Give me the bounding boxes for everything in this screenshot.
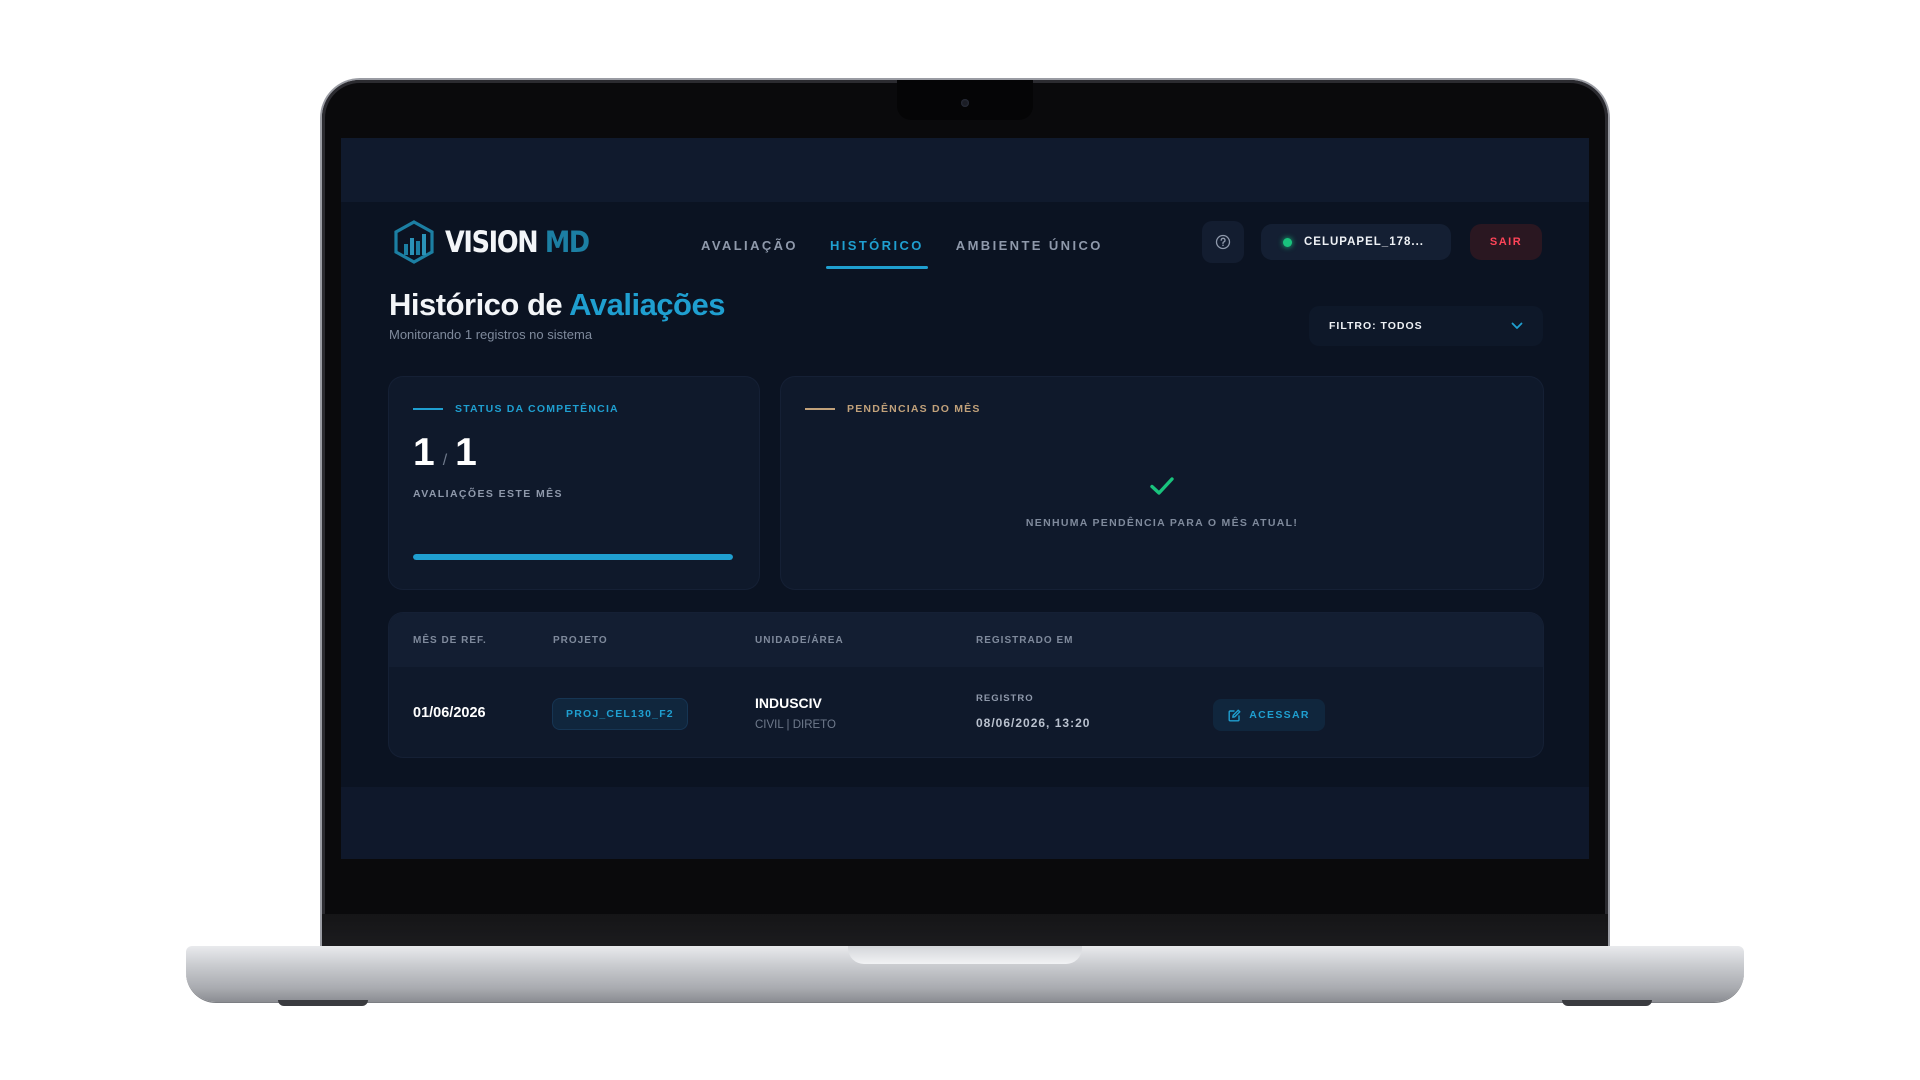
label-accent-line [413, 408, 443, 410]
nav-item-ambiente-unico[interactable]: AMBIENTE ÚNICO [956, 238, 1103, 269]
browser-top-area [341, 138, 1589, 202]
row-month: 01/06/2026 [413, 705, 486, 721]
help-button[interactable] [1202, 221, 1244, 263]
column-header-month: MÊS DE REF. [413, 635, 487, 646]
access-button-label: ACESSAR [1249, 709, 1310, 721]
user-menu[interactable]: CELUPAPEL_178... [1261, 224, 1451, 260]
counter-done: 1 [413, 431, 435, 474]
counter-total: 1 [455, 431, 477, 474]
history-table: MÊS DE REF. PROJETO UNIDADE/ÁREA REGISTR… [389, 613, 1543, 757]
counter-caption: AVALIAÇÕES ESTE MÊS [413, 488, 563, 500]
logo[interactable]: VISION MD [393, 220, 608, 264]
user-name: CELUPAPEL_178... [1304, 236, 1424, 248]
laptop-foot-right [1562, 1000, 1652, 1006]
nav-item-historico[interactable]: HISTÓRICO [825, 238, 928, 269]
edit-icon [1228, 709, 1241, 721]
chevron-down-icon [1511, 322, 1523, 329]
page-title: Histórico de Avaliações [389, 287, 725, 322]
laptop-foot-left [278, 1000, 368, 1006]
logo-text: VISION MD [445, 225, 590, 259]
column-header-unit: UNIDADE/ÁREA [755, 635, 844, 646]
laptop-base [186, 946, 1744, 1002]
camera-icon [961, 99, 969, 107]
pending-card: PENDÊNCIAS DO MÊS NENHUMA PENDÊNCIA PARA… [781, 377, 1543, 589]
progress-fill [413, 554, 733, 560]
column-header-registered: REGISTRADO EM [976, 635, 1074, 646]
page-subtitle: Monitorando 1 registros no sistema [389, 327, 593, 342]
counter-separator: / [442, 452, 448, 469]
row-unit-sub: CIVIL | DIRETO [755, 719, 836, 731]
row-unit: INDUSCIV [755, 695, 822, 711]
status-card: STATUS DA COMPETÊNCIA 1 / 1 AVALIAÇÕES E… [389, 377, 759, 589]
laptop-chin [322, 914, 1608, 950]
table-header: MÊS DE REF. PROJETO UNIDADE/ÁREA REGISTR… [389, 613, 1543, 667]
nav-item-avaliacao[interactable]: AVALIAÇÃO [701, 238, 798, 269]
main-nav: AVALIAÇÃO HISTÓRICO AMBIENTE ÚNICO [701, 238, 1103, 269]
logo-hexagon-icon [394, 220, 434, 264]
help-circle-icon [1215, 234, 1231, 250]
column-header-project: PROJETO [553, 635, 608, 646]
app-header: VISION MD AVALIAÇÃO HISTÓRICO AMBIENTE Ú… [341, 202, 1589, 298]
table-row: 01/06/2026 PROJ_CEL130_F2 INDUSCIV CIVIL… [389, 667, 1543, 757]
online-status-dot [1283, 237, 1292, 247]
progress-bar [413, 554, 733, 560]
camera-notch [897, 80, 1033, 120]
app-window: VISION MD AVALIAÇÃO HISTÓRICO AMBIENTE Ú… [341, 202, 1589, 787]
label-accent-line [805, 408, 835, 410]
laptop-opening-notch [848, 946, 1082, 964]
no-pending-message: NENHUMA PENDÊNCIA PARA O MÊS ATUAL! [1025, 517, 1299, 529]
pending-card-label: PENDÊNCIAS DO MÊS [805, 403, 981, 415]
access-button[interactable]: ACESSAR [1213, 699, 1325, 731]
logout-button[interactable]: SAIR [1470, 224, 1542, 260]
browser-bottom-area [341, 787, 1589, 859]
evaluation-counter: 1 / 1 [413, 431, 477, 475]
status-card-label: STATUS DA COMPETÊNCIA [413, 403, 619, 415]
filter-dropdown[interactable]: FILTRO: TODOS [1309, 306, 1543, 346]
registered-date: 08/06/2026, 13:20 [976, 716, 1091, 730]
filter-label: FILTRO: TODOS [1329, 320, 1423, 332]
check-icon [1150, 477, 1174, 495]
laptop-screen: VISION MD AVALIAÇÃO HISTÓRICO AMBIENTE Ú… [341, 138, 1589, 859]
registered-label: REGISTRO [976, 693, 1034, 704]
project-tag[interactable]: PROJ_CEL130_F2 [553, 699, 687, 729]
